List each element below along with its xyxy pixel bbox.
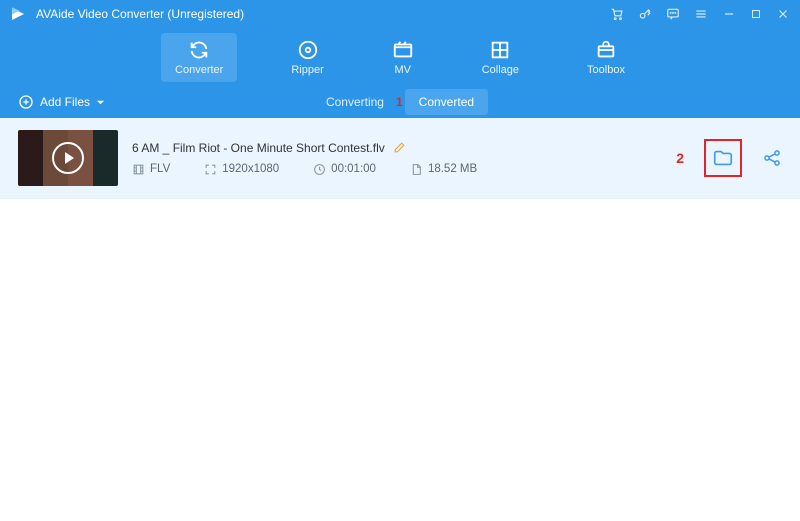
chevron-down-icon [96, 98, 105, 107]
folder-icon [712, 147, 734, 169]
mv-icon [392, 39, 414, 61]
tab-ripper[interactable]: Ripper [277, 33, 337, 82]
subbar: Add Files Converting 1 Converted [0, 86, 800, 118]
tab-converted-label: Converted [419, 95, 474, 109]
annotation-step2: 2 [676, 150, 684, 166]
titlebar: AVAide Video Converter (Unregistered) [0, 0, 800, 28]
file-size: 18.52 MB [410, 163, 477, 176]
collage-icon [489, 39, 511, 61]
tab-label: Ripper [291, 64, 323, 76]
ripper-icon [297, 39, 319, 61]
add-files-button[interactable]: Add Files [18, 94, 105, 110]
tab-label: MV [394, 64, 411, 76]
tab-toolbox[interactable]: Toolbox [573, 33, 639, 82]
key-icon[interactable] [638, 7, 652, 21]
tab-label: Collage [482, 64, 519, 76]
close-icon[interactable] [776, 7, 790, 21]
file-meta-row: FLV 1920x1080 00:01:00 18.52 MB [132, 163, 662, 176]
maximize-icon[interactable] [750, 8, 762, 20]
video-thumbnail[interactable] [18, 130, 118, 186]
share-button[interactable] [762, 148, 782, 168]
plus-circle-icon [18, 94, 34, 110]
window-controls [610, 7, 790, 21]
content-area: 6 AM _ Film Riot - One Minute Short Cont… [0, 118, 800, 521]
tab-converting[interactable]: Converting [312, 89, 398, 115]
share-icon [762, 148, 782, 168]
file-title-row: 6 AM _ Film Riot - One Minute Short Cont… [132, 141, 662, 155]
toolbox-icon [595, 39, 617, 61]
annotation-step1: 1 [396, 95, 403, 109]
menu-icon[interactable] [694, 7, 708, 21]
tab-converter[interactable]: Converter [161, 33, 237, 82]
film-icon [132, 163, 145, 176]
file-meta: 6 AM _ Film Riot - One Minute Short Cont… [132, 141, 662, 176]
converter-icon [188, 39, 210, 61]
edit-icon[interactable] [393, 141, 406, 154]
tab-collage[interactable]: Collage [468, 33, 533, 82]
open-folder-button[interactable] [706, 141, 740, 175]
clock-icon [313, 163, 326, 176]
file-icon [410, 163, 423, 176]
tab-converted[interactable]: Converted [405, 89, 488, 115]
file-row: 6 AM _ Film Riot - One Minute Short Cont… [0, 118, 800, 199]
expand-icon [204, 163, 217, 176]
minimize-icon[interactable] [722, 7, 736, 21]
tab-label: Converter [175, 64, 223, 76]
feedback-icon[interactable] [666, 7, 680, 21]
file-resolution: 1920x1080 [204, 163, 279, 176]
file-duration-value: 00:01:00 [331, 163, 376, 175]
main-tabbar: Converter Ripper MV Collage Toolbox [0, 28, 800, 86]
file-resolution-value: 1920x1080 [222, 163, 279, 175]
file-name: 6 AM _ Film Riot - One Minute Short Cont… [132, 141, 385, 155]
row-actions: 2 [676, 141, 782, 175]
add-files-label: Add Files [40, 95, 90, 109]
play-icon [52, 142, 84, 174]
window-title: AVAide Video Converter (Unregistered) [36, 7, 244, 21]
cart-icon[interactable] [610, 7, 624, 21]
conversion-status-tabs: Converting 1 Converted [312, 89, 488, 115]
tab-label: Toolbox [587, 64, 625, 76]
file-format-value: FLV [150, 163, 170, 175]
file-duration: 00:01:00 [313, 163, 376, 176]
file-size-value: 18.52 MB [428, 163, 477, 175]
app-logo-icon [10, 5, 28, 23]
tab-mv[interactable]: MV [378, 33, 428, 82]
file-format: FLV [132, 163, 170, 176]
